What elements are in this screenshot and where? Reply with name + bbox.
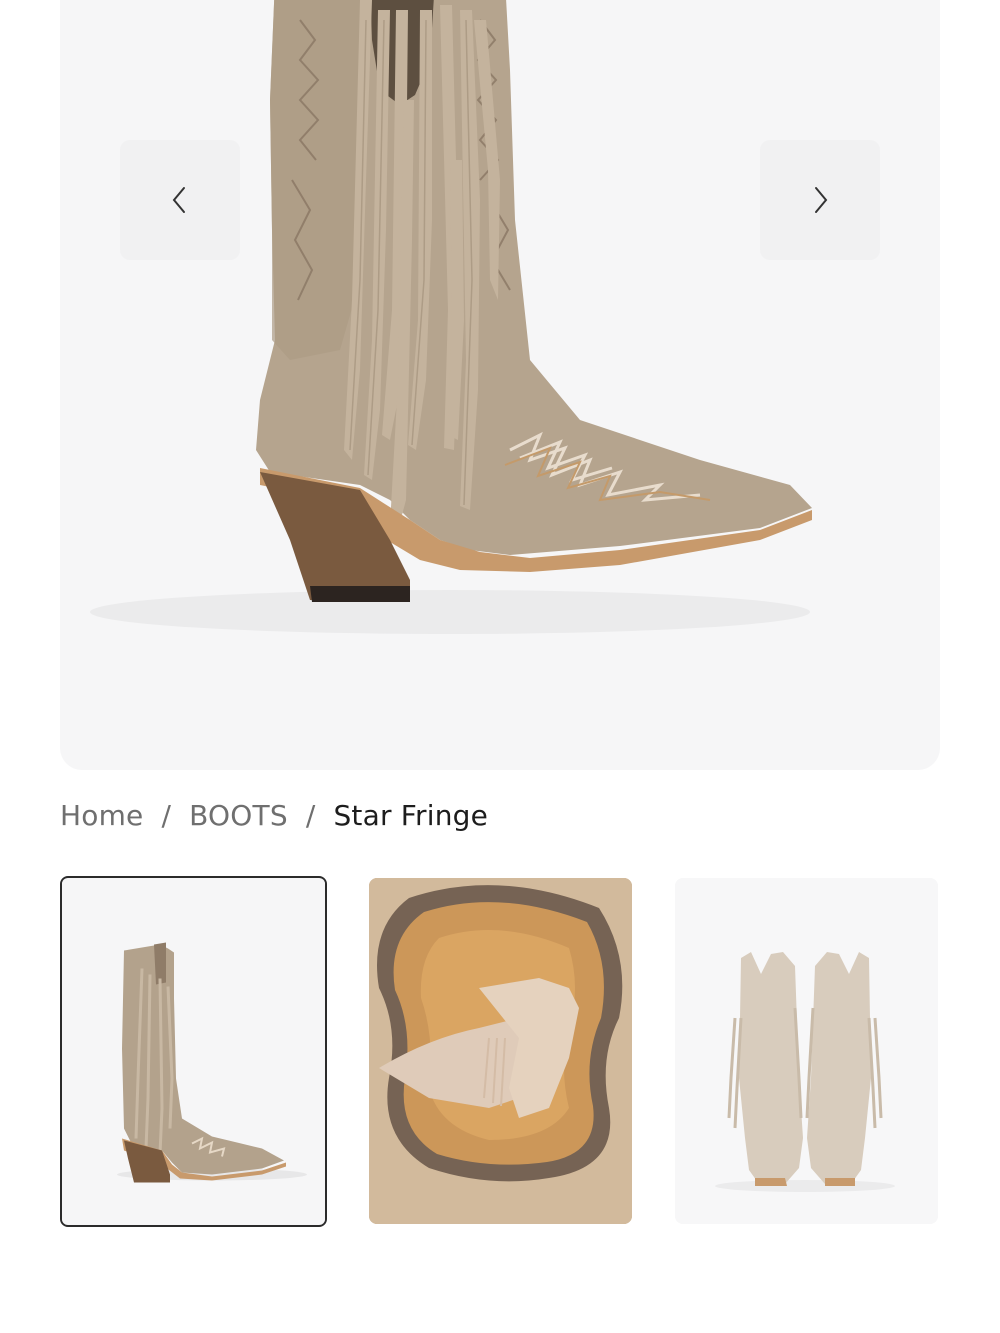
thumbnail-guitar-case[interactable] [369,878,632,1224]
thumbnail-boot-side-view[interactable] [60,876,327,1227]
breadcrumb-home-link[interactable]: Home [60,799,144,832]
product-page: Home / BOOTS / Star Fringe [0,0,1000,1333]
chevron-right-icon [815,187,828,213]
previous-image-button[interactable] [120,140,240,260]
thumbnail-boots-pair[interactable] [675,878,938,1224]
breadcrumb-separator: / [161,798,172,832]
chevron-left-icon [172,187,185,213]
product-main-image [90,0,812,634]
product-image-gallery[interactable] [60,0,940,770]
thumbnail-image [675,878,938,1224]
breadcrumb: Home / BOOTS / Star Fringe [60,793,488,837]
breadcrumb-boots-link[interactable]: BOOTS [189,799,288,832]
breadcrumb-current-page: Star Fringe [333,798,489,832]
thumbnail-image [369,878,632,1224]
breadcrumb-separator: / [305,798,316,832]
thumbnail-strip [60,876,940,1228]
thumbnail-image [62,878,325,1225]
next-image-button[interactable] [760,140,880,260]
